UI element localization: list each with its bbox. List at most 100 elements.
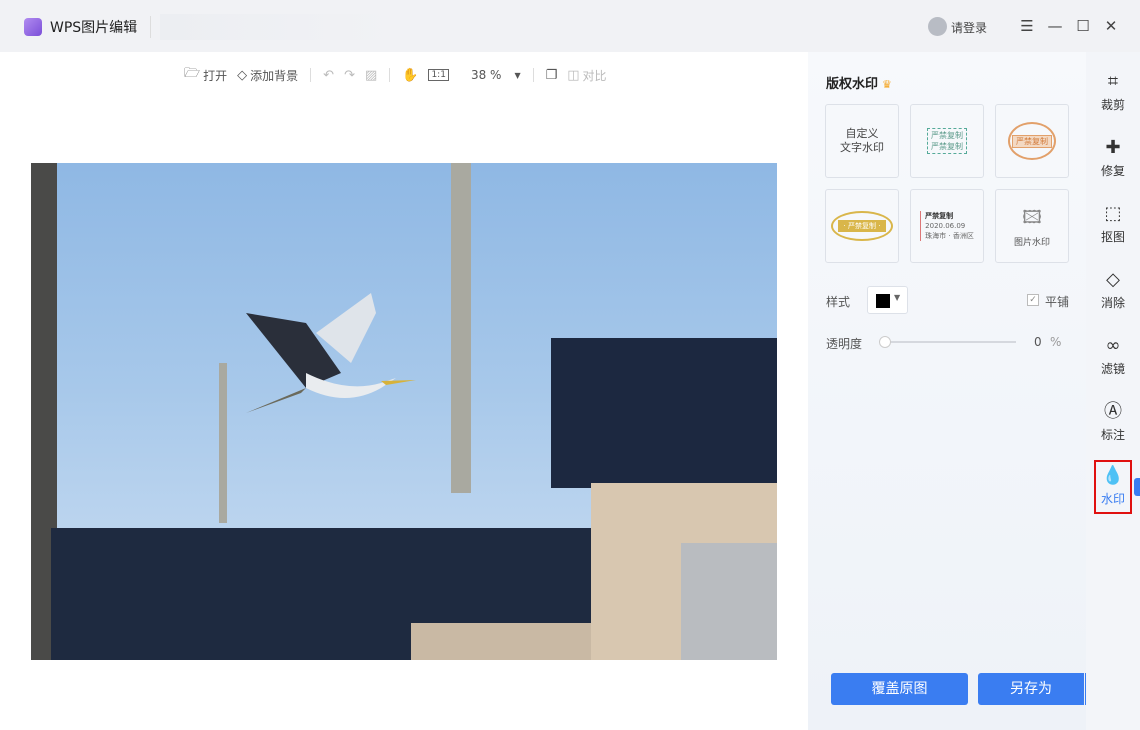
tool-erase[interactable]: ◇ 消除 — [1094, 268, 1132, 311]
tool-label: 抠图 — [1100, 230, 1125, 244]
chevron-down-icon: ▼ — [894, 293, 901, 302]
chevron-down-icon: ▼ — [514, 70, 521, 80]
tool-label: 水印 — [1100, 492, 1125, 506]
opacity-unit: % — [1050, 335, 1062, 349]
stamp-preview: · 严禁复制 · — [831, 211, 893, 241]
login-link[interactable]: 请登录 — [951, 19, 987, 36]
tile-label: 平铺 — [1045, 295, 1070, 309]
house-wall — [411, 623, 591, 660]
template-round-stamp[interactable]: 严禁复制 — [995, 104, 1069, 178]
add-image-icon: 🖾 — [1022, 206, 1042, 228]
file-tab[interactable] — [160, 14, 395, 40]
utility-pole — [451, 163, 471, 493]
template-image-watermark[interactable]: 🖾 图片水印 — [995, 189, 1069, 263]
menu-icon[interactable]: ☰ — [1015, 14, 1039, 38]
tool-repair[interactable]: ✚ 修复 — [1094, 136, 1132, 179]
tool-watermark[interactable]: 💧 水印 — [1094, 460, 1132, 514]
watermark-templates: 自定义 文字水印 严禁复制 严禁复制 严禁复制 · 严禁复制 · 严禁复制 2020.… — [825, 104, 1069, 263]
actual-size-button[interactable]: 1:1 — [426, 69, 450, 81]
template-location-stamp[interactable]: 严禁复制 2020.06.09 珠海市 · 香洲区 — [910, 189, 984, 263]
close-button[interactable]: ✕ — [1099, 14, 1123, 38]
pan-button[interactable]: ✋ — [400, 68, 420, 83]
stamp-text: 严禁复制 — [925, 212, 954, 220]
image-icon: ▨ — [364, 67, 378, 83]
divider — [389, 68, 391, 82]
image-button[interactable]: ▨ — [363, 68, 379, 83]
active-indicator — [1134, 478, 1140, 496]
app-logo-icon — [24, 18, 42, 36]
zoom-value: 38 % — [470, 68, 502, 82]
fill-icon: ◇ — [237, 67, 248, 83]
stamp-text: 严禁复制 — [1012, 134, 1052, 148]
undo-icon: ↶ — [323, 67, 335, 83]
card-label: 图片水印 — [1013, 237, 1050, 248]
divider — [310, 68, 312, 82]
window — [681, 543, 777, 660]
card-label: 自定义 — [845, 127, 879, 140]
filter-icon: ∞ — [1105, 335, 1121, 356]
cutout-icon: ⬚ — [1104, 203, 1122, 224]
redo-icon: ↷ — [344, 67, 355, 83]
opacity-slider[interactable] — [879, 336, 1016, 348]
open-label: 打开 — [203, 68, 228, 83]
tool-filter[interactable]: ∞ 滤镜 — [1094, 334, 1132, 377]
overwrite-original-button[interactable]: 覆盖原图 — [831, 673, 968, 705]
one-to-one-icon: 1:1 — [428, 69, 449, 81]
divider — [532, 68, 534, 82]
open-button[interactable]: 🗁 打开 — [182, 64, 229, 86]
copy-icon: ❐ — [545, 67, 558, 83]
stamp-date: 2020.06.09 — [925, 222, 966, 230]
compare-icon: ◫ — [567, 67, 580, 83]
compare-label: 对比 — [582, 68, 607, 83]
heron-bird — [246, 293, 416, 413]
slider-handle[interactable] — [879, 336, 891, 348]
roof — [551, 338, 777, 488]
toolbar: 🗁 打开 ◇ 添加背景 ↶ ↷ ▨ ✋ 1:1 38 % ▼ ❐ ◫ 对比 — [182, 64, 609, 86]
photo-preview[interactable] — [31, 163, 777, 660]
zoom-select[interactable]: 38 % ▼ — [469, 68, 523, 82]
avatar-icon[interactable] — [928, 17, 947, 36]
bandage-icon: ✚ — [1105, 137, 1121, 158]
tool-label: 消除 — [1100, 296, 1125, 310]
template-custom-text[interactable]: 自定义 文字水印 — [825, 104, 899, 178]
crown-icon: ♛ — [882, 78, 892, 91]
tool-annotate[interactable]: Ⓐ 标注 — [1094, 400, 1132, 443]
redo-button[interactable]: ↷ — [342, 68, 357, 83]
watermark-icon: 💧 — [1101, 465, 1125, 486]
panel-title-text: 版权水印 — [826, 77, 879, 92]
stamp-text: · 严禁复制 · — [837, 220, 887, 232]
color-picker[interactable]: ▼ — [867, 286, 908, 314]
color-swatch — [876, 294, 890, 308]
copy-button[interactable]: ❐ — [544, 68, 560, 83]
canvas-area: 🗁 打开 ◇ 添加背景 ↶ ↷ ▨ ✋ 1:1 38 % ▼ ❐ ◫ 对比 — [0, 52, 808, 730]
tool-cutout[interactable]: ⬚ 抠图 — [1094, 202, 1132, 245]
app-title: WPS图片编辑 — [50, 20, 138, 36]
folder-icon: 🗁 — [184, 66, 201, 81]
utility-pole — [219, 363, 227, 523]
card-label: 文字水印 — [840, 141, 884, 154]
tile-checkbox[interactable]: ✓ — [1027, 294, 1039, 306]
maximize-button[interactable]: ☐ — [1071, 14, 1095, 38]
tool-crop[interactable]: ⌗ 裁剪 — [1094, 70, 1132, 113]
stamp-preview: 严禁复制 严禁复制 — [927, 128, 967, 154]
stamp-text: 严禁复制 — [931, 142, 963, 151]
tool-label: 滤镜 — [1100, 362, 1125, 376]
stamp-preview: 严禁复制 — [1008, 122, 1056, 160]
tool-label: 标注 — [1100, 428, 1125, 442]
undo-button[interactable]: ↶ — [321, 68, 336, 83]
crop-icon: ⌗ — [1107, 71, 1119, 92]
compare-button[interactable]: ◫ 对比 — [565, 67, 608, 84]
save-as-button[interactable]: 另存为 — [978, 673, 1084, 705]
template-dashed-stamp[interactable]: 严禁复制 严禁复制 — [910, 104, 984, 178]
template-oval-stamp[interactable]: · 严禁复制 · — [825, 189, 899, 263]
divider — [150, 16, 151, 38]
eraser-icon: ◇ — [1106, 269, 1120, 290]
title-bar: WPS图片编辑 请登录 ☰ — ☐ ✕ — [0, 0, 1140, 52]
tool-label: 裁剪 — [1100, 98, 1125, 112]
minimize-button[interactable]: — — [1043, 14, 1067, 38]
opacity-label: 透明度 — [826, 337, 863, 351]
add-background-button[interactable]: ◇ 添加背景 — [235, 67, 300, 84]
stamp-text: 严禁复制 — [931, 131, 963, 140]
opacity-value: 0 — [1034, 335, 1042, 349]
hand-icon: ✋ — [402, 67, 419, 83]
